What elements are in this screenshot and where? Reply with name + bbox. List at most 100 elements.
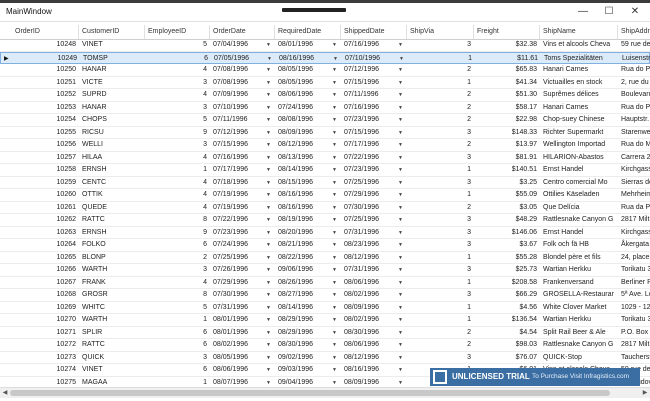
cell-orderdate[interactable]: 07/24/1996 xyxy=(210,239,265,251)
cell-orderid[interactable]: 10261 xyxy=(12,202,79,214)
table-row[interactable]: 10267 FRANK 4 07/29/1996 ▼ 08/26/1996 ▼ 08/06/1… xyxy=(0,277,650,289)
cell-orderid[interactable]: 10265 xyxy=(12,252,79,264)
cell-freight[interactable]: $208.58 xyxy=(474,277,540,289)
cell-shipvia[interactable]: 1 xyxy=(407,77,474,89)
cell-shipname[interactable]: Richter Supermarkt xyxy=(540,127,618,139)
date-dropdown-icon[interactable]: ▼ xyxy=(332,164,337,176)
cell-orderdate[interactable]: 07/30/1996 xyxy=(210,289,265,301)
cell-shipaddress[interactable]: Rua do Pa xyxy=(618,64,650,76)
date-dropdown-icon[interactable]: ▼ xyxy=(398,327,403,339)
cell-shipaddress[interactable]: Boulevard xyxy=(618,89,650,101)
cell-requireddate[interactable]: 08/19/1996 xyxy=(275,214,331,226)
close-button[interactable]: ✕ xyxy=(622,3,648,21)
table-row[interactable]: 10258 ERNSH 1 07/17/1996 ▼ 08/14/1996 ▼ 07/23/1… xyxy=(0,164,650,177)
cell-shippeddate[interactable]: 07/11/1996 xyxy=(341,89,397,101)
date-dropdown-icon[interactable]: ▼ xyxy=(398,364,403,376)
cell-customerid[interactable]: OTTIK xyxy=(79,189,145,201)
cell-customerid[interactable]: VINET xyxy=(79,39,145,51)
cell-freight[interactable]: $81.91 xyxy=(474,152,540,164)
cell-freight[interactable]: $55.09 xyxy=(474,189,540,201)
cell-orderdate[interactable]: 08/05/1996 xyxy=(210,352,265,364)
date-dropdown-icon[interactable]: ▼ xyxy=(332,114,337,126)
cell-shipaddress[interactable]: Kirchgass xyxy=(618,227,650,239)
cell-shippeddate[interactable]: 07/16/1996 xyxy=(341,39,397,51)
date-dropdown-icon[interactable]: ▼ xyxy=(398,289,403,301)
cell-shippeddate[interactable]: 07/10/1996 xyxy=(342,53,398,65)
table-row[interactable]: ▶ 10249 TOMSP 6 07/05/1996 ▼ 08/16/1996 ▼ 07/10/… xyxy=(0,51,650,65)
date-dropdown-icon[interactable]: ▼ xyxy=(332,264,337,276)
cell-shippeddate[interactable]: 07/31/1996 xyxy=(341,227,397,239)
cell-requireddate[interactable]: 08/13/1996 xyxy=(275,152,331,164)
date-dropdown-icon[interactable]: ▼ xyxy=(266,139,271,151)
cell-shipname[interactable]: GROSELLA-Restaurar xyxy=(540,289,618,301)
cell-shipname[interactable]: Hanari Carnes xyxy=(540,102,618,114)
date-dropdown-icon[interactable]: ▼ xyxy=(266,177,271,189)
cell-shipaddress[interactable]: Rua da Pa xyxy=(618,202,650,214)
cell-shipname[interactable]: Ernst Handel xyxy=(540,164,618,176)
cell-shipaddress[interactable]: Sierras de xyxy=(618,177,650,189)
cell-requireddate[interactable]: 08/21/1996 xyxy=(275,239,331,251)
cell-orderid[interactable]: 10249 xyxy=(13,53,80,65)
date-dropdown-icon[interactable]: ▼ xyxy=(266,89,271,101)
cell-shipaddress[interactable]: Starenwe xyxy=(618,127,650,139)
date-dropdown-icon[interactable]: ▼ xyxy=(398,214,403,226)
table-row[interactable]: 10255 RICSU 9 07/12/1996 ▼ 08/09/1996 ▼ 07/15/1… xyxy=(0,127,650,139)
cell-customerid[interactable]: FOLKO xyxy=(79,239,145,251)
cell-orderdate[interactable]: 07/08/1996 xyxy=(210,77,265,89)
cell-orderid[interactable]: 10273 xyxy=(12,352,79,364)
cell-requireddate[interactable]: 08/05/1996 xyxy=(275,77,331,89)
column-header-shipaddress[interactable]: ShipAddre xyxy=(618,25,650,39)
cell-employeeid[interactable]: 3 xyxy=(145,102,210,114)
cell-shipaddress[interactable]: 2, rue du xyxy=(618,77,650,89)
cell-requireddate[interactable]: 09/02/1996 xyxy=(275,352,331,364)
cell-customerid[interactable]: RICSU xyxy=(79,127,145,139)
cell-orderdate[interactable]: 07/08/1996 xyxy=(210,64,265,76)
cell-freight[interactable]: $58.17 xyxy=(474,102,540,114)
cell-requireddate[interactable]: 09/04/1996 xyxy=(275,377,331,388)
date-dropdown-icon[interactable]: ▼ xyxy=(266,252,271,264)
cell-shipaddress[interactable]: Taucherst xyxy=(618,352,650,364)
date-dropdown-icon[interactable]: ▼ xyxy=(267,53,272,65)
cell-orderid[interactable]: 10250 xyxy=(12,64,79,76)
cell-employeeid[interactable]: 6 xyxy=(145,339,210,351)
cell-shippeddate[interactable]: 08/02/1996 xyxy=(341,289,397,301)
cell-orderdate[interactable]: 07/23/1996 xyxy=(210,227,265,239)
cell-shipaddress[interactable]: P.O. Box 5 xyxy=(618,327,650,339)
cell-shipaddress[interactable]: 2817 Milt xyxy=(618,339,650,351)
cell-requireddate[interactable]: 08/27/1996 xyxy=(275,289,331,301)
cell-employeeid[interactable]: 3 xyxy=(145,352,210,364)
cell-orderid[interactable]: 10270 xyxy=(12,314,79,326)
date-dropdown-icon[interactable]: ▼ xyxy=(266,314,271,326)
cell-employeeid[interactable]: 1 xyxy=(145,377,210,388)
cell-employeeid[interactable]: 4 xyxy=(145,89,210,101)
cell-orderdate[interactable]: 08/06/1996 xyxy=(210,364,265,376)
cell-shipvia[interactable]: 3 xyxy=(407,352,474,364)
table-row[interactable]: 10251 VICTE 3 07/08/1996 ▼ 08/05/1996 ▼ 07/15/1… xyxy=(0,77,650,89)
cell-employeeid[interactable]: 5 xyxy=(145,114,210,126)
date-dropdown-icon[interactable]: ▼ xyxy=(266,189,271,201)
cell-freight[interactable]: $98.03 xyxy=(474,339,540,351)
cell-orderid[interactable]: 10264 xyxy=(12,239,79,251)
cell-freight[interactable]: $76.07 xyxy=(474,352,540,364)
column-header-customerid[interactable]: CustomerID xyxy=(79,25,145,39)
cell-shippeddate[interactable]: 08/12/1996 xyxy=(341,352,397,364)
cell-freight[interactable]: $140.51 xyxy=(474,164,540,176)
cell-shipname[interactable]: Hanari Carnes xyxy=(540,64,618,76)
cell-shipaddress[interactable]: Hauptstr. xyxy=(618,114,650,126)
cell-orderid[interactable]: 10274 xyxy=(12,364,79,376)
date-dropdown-icon[interactable]: ▼ xyxy=(332,39,337,51)
cell-shipvia[interactable]: 2 xyxy=(407,114,474,126)
cell-employeeid[interactable]: 4 xyxy=(145,189,210,201)
cell-orderid[interactable]: 10255 xyxy=(12,127,79,139)
cell-freight[interactable]: $13.97 xyxy=(474,139,540,151)
cell-shipvia[interactable]: 3 xyxy=(407,39,474,51)
cell-employeeid[interactable]: 9 xyxy=(145,227,210,239)
horizontal-scrollbar[interactable]: ◀ ▶ xyxy=(0,387,650,398)
cell-shippeddate[interactable]: 08/06/1996 xyxy=(341,339,397,351)
column-header-shipname[interactable]: ShipName xyxy=(540,25,618,39)
date-dropdown-icon[interactable]: ▼ xyxy=(332,89,337,101)
cell-shippeddate[interactable]: 07/30/1996 xyxy=(341,202,397,214)
cell-shipname[interactable]: QUICK-Stop xyxy=(540,352,618,364)
cell-customerid[interactable]: BLONP xyxy=(79,252,145,264)
cell-orderdate[interactable]: 07/29/1996 xyxy=(210,277,265,289)
